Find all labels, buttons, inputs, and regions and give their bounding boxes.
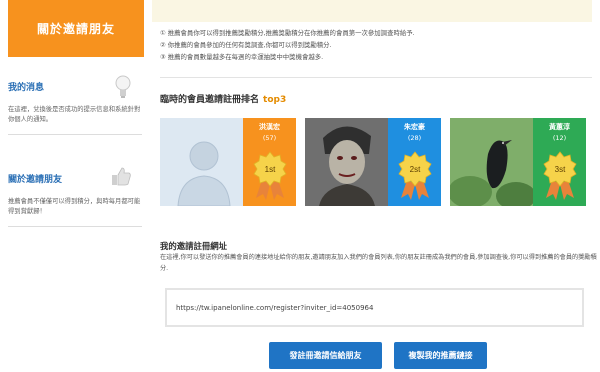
member-info: 洪漢宏 (57) 1st	[243, 118, 296, 206]
main-content: ① 推薦會員你可以得到推薦獎勵積分,推薦獎勵積分在你推薦的會員第一次參加調查時給…	[152, 0, 600, 372]
rank-label: 1st	[265, 165, 276, 174]
rank-label: 3st	[555, 165, 566, 174]
member-name: 黃蕙淳	[549, 123, 570, 131]
invite-link-title: 我的邀請註冊網址	[160, 241, 227, 251]
invite-count: (12)	[552, 134, 567, 142]
rank-medal-icon: 3st	[542, 150, 578, 202]
thumbs-up-icon	[110, 166, 132, 192]
member-photo	[450, 118, 533, 206]
rank-label: 2st	[410, 165, 421, 174]
ranking-card-2: 朱宏豪 (28) 2st	[305, 118, 441, 206]
member-info: 朱宏豪 (28) 2st	[388, 118, 441, 206]
member-name: 洪漢宏	[259, 123, 280, 131]
rules-list: ① 推薦會員你可以得到推薦獎勵積分,推薦獎勵積分在你推薦的會員第一次參加調查時給…	[160, 27, 592, 63]
sidebar-header: 關於邀請朋友	[8, 0, 144, 57]
invite-friends-page: 關於邀請朋友 我的消息 在這裡，兌換後是否成功的提示信息和系統針對你個人的通知。…	[0, 0, 600, 372]
sidebar-divider	[8, 226, 142, 227]
sidebar: 關於邀請朋友 我的消息 在這裡，兌換後是否成功的提示信息和系統針對你個人的通知。…	[0, 0, 146, 372]
sidebar-divider	[8, 134, 142, 135]
rule-item: ② 你推薦的會員參加的任何有獎調查,你都可以得到獎勵積分.	[160, 41, 332, 49]
top3-badge: top3	[263, 95, 287, 105]
divider	[160, 77, 592, 78]
sidebar-section-text: 推薦會員不僅僅可以得到積分，與時每月都可能得到賞獻歸！	[8, 198, 141, 215]
sidebar-section-text: 在這裡，兌換後是否成功的提示信息和系統針對你個人的通知。	[8, 106, 141, 123]
member-photo	[160, 118, 243, 206]
invite-count: (57)	[262, 134, 277, 142]
rank-medal-icon: 2st	[397, 150, 433, 202]
member-info: 黃蕙淳 (12) 3st	[533, 118, 586, 206]
ranking-card-3: 黃蕙淳 (12) 3st	[450, 118, 586, 206]
copy-referral-link-button[interactable]: 複製我的推薦鏈接	[394, 342, 487, 369]
top-banner	[152, 0, 592, 22]
lightbulb-icon	[114, 74, 132, 104]
invite-url-field[interactable]: https://tw.ipanelonline.com/register?inv…	[165, 288, 584, 327]
invite-url-text[interactable]: https://tw.ipanelonline.com/register?inv…	[176, 304, 373, 312]
ranking-card-1: 洪漢宏 (57) 1st	[160, 118, 296, 206]
rule-item: ③ 推薦的會員數量越多在每週的幸運抽獎中中獎機會越多.	[160, 53, 324, 61]
rank-medal-icon: 1st	[252, 150, 288, 202]
ranking-title-text: 臨時的會員邀請註冊排名	[160, 95, 260, 105]
ranking-cards: 洪漢宏 (57) 1st 朱宏豪 (28) 2st 黃蕙淳 (12) 3st	[160, 118, 592, 206]
member-photo	[305, 118, 388, 206]
invite-count: (28)	[407, 134, 422, 142]
ranking-title: 臨時的會員邀請註冊排名 top3	[160, 92, 286, 105]
send-invite-email-button[interactable]: 發註冊邀請信給朋友	[269, 342, 382, 369]
member-name: 朱宏豪	[404, 123, 425, 131]
rule-item: ① 推薦會員你可以得到推薦獎勵積分,推薦獎勵積分在你推薦的會員第一次參加調查時給…	[160, 29, 415, 37]
invite-link-description: 在這裡,你可以發送你的推薦會員的連接地址給你的朋友,邀請朋友加入我們的會員列表,…	[160, 254, 597, 272]
